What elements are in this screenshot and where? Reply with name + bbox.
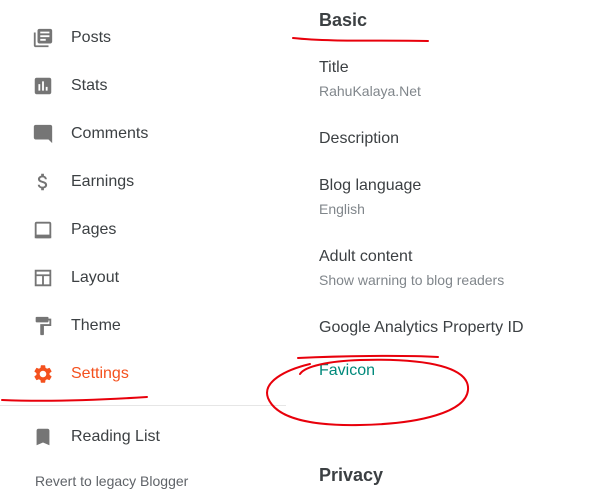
revert-legacy-link[interactable]: Revert to legacy Blogger xyxy=(35,473,188,489)
sidebar: Posts Stats Comments Earnings Pages Layo… xyxy=(0,0,286,504)
stats-icon xyxy=(32,75,54,97)
sidebar-item-label: Stats xyxy=(71,77,108,94)
sidebar-item-pages[interactable]: Pages xyxy=(0,206,286,254)
comments-icon xyxy=(32,123,54,145)
setting-favicon[interactable]: Favicon xyxy=(319,362,589,380)
sidebar-item-theme[interactable]: Theme xyxy=(0,302,286,350)
setting-label: Google Analytics Property ID xyxy=(319,319,524,336)
setting-google-analytics[interactable]: Google Analytics Property ID xyxy=(319,319,589,337)
gear-icon xyxy=(32,363,54,385)
sidebar-item-label: Pages xyxy=(71,221,117,238)
section-title-privacy: Privacy xyxy=(319,465,384,485)
sidebar-item-reading-list[interactable]: Reading List xyxy=(0,413,286,461)
setting-blog-language[interactable]: Blog language English xyxy=(319,177,589,217)
sidebar-item-label: Reading List xyxy=(71,428,160,445)
bookmark-icon xyxy=(32,426,54,448)
sidebar-item-posts[interactable]: Posts xyxy=(0,14,286,62)
sidebar-item-label: Layout xyxy=(71,269,120,286)
paint-roller-icon xyxy=(32,315,54,337)
sidebar-item-label: Earnings xyxy=(71,173,135,190)
sidebar-item-layout[interactable]: Layout xyxy=(0,254,286,302)
setting-adult-content[interactable]: Adult content Show warning to blog reade… xyxy=(319,248,589,288)
setting-label: Adult content xyxy=(319,248,413,265)
setting-value: English xyxy=(319,201,365,217)
sidebar-item-earnings[interactable]: Earnings xyxy=(0,158,286,206)
setting-label: Description xyxy=(319,130,400,147)
dollar-icon xyxy=(32,171,54,193)
settings-panel: Basic Title RahuKalaya.Net Description B… xyxy=(286,0,593,504)
setting-label: Title xyxy=(319,59,349,76)
sidebar-item-stats[interactable]: Stats xyxy=(0,62,286,110)
layout-icon xyxy=(32,267,54,289)
setting-description[interactable]: Description xyxy=(319,130,589,148)
sidebar-item-comments[interactable]: Comments xyxy=(0,110,286,158)
sidebar-item-settings[interactable]: Settings xyxy=(0,350,286,398)
blogger-settings-page: Posts Stats Comments Earnings Pages Layo… xyxy=(0,0,593,504)
sidebar-item-label: Posts xyxy=(71,29,112,46)
setting-title[interactable]: Title RahuKalaya.Net xyxy=(319,59,589,99)
sidebar-item-label: Comments xyxy=(71,125,149,142)
setting-label: Favicon xyxy=(319,362,376,379)
sidebar-divider xyxy=(0,405,286,406)
setting-value: RahuKalaya.Net xyxy=(319,83,421,99)
sidebar-item-label: Theme xyxy=(71,317,121,334)
posts-icon xyxy=(32,27,54,49)
setting-label: Blog language xyxy=(319,177,422,194)
pages-icon xyxy=(32,219,54,241)
sidebar-item-label: Settings xyxy=(71,365,129,382)
section-title-basic: Basic xyxy=(319,10,368,30)
setting-value: Show warning to blog readers xyxy=(319,272,505,288)
